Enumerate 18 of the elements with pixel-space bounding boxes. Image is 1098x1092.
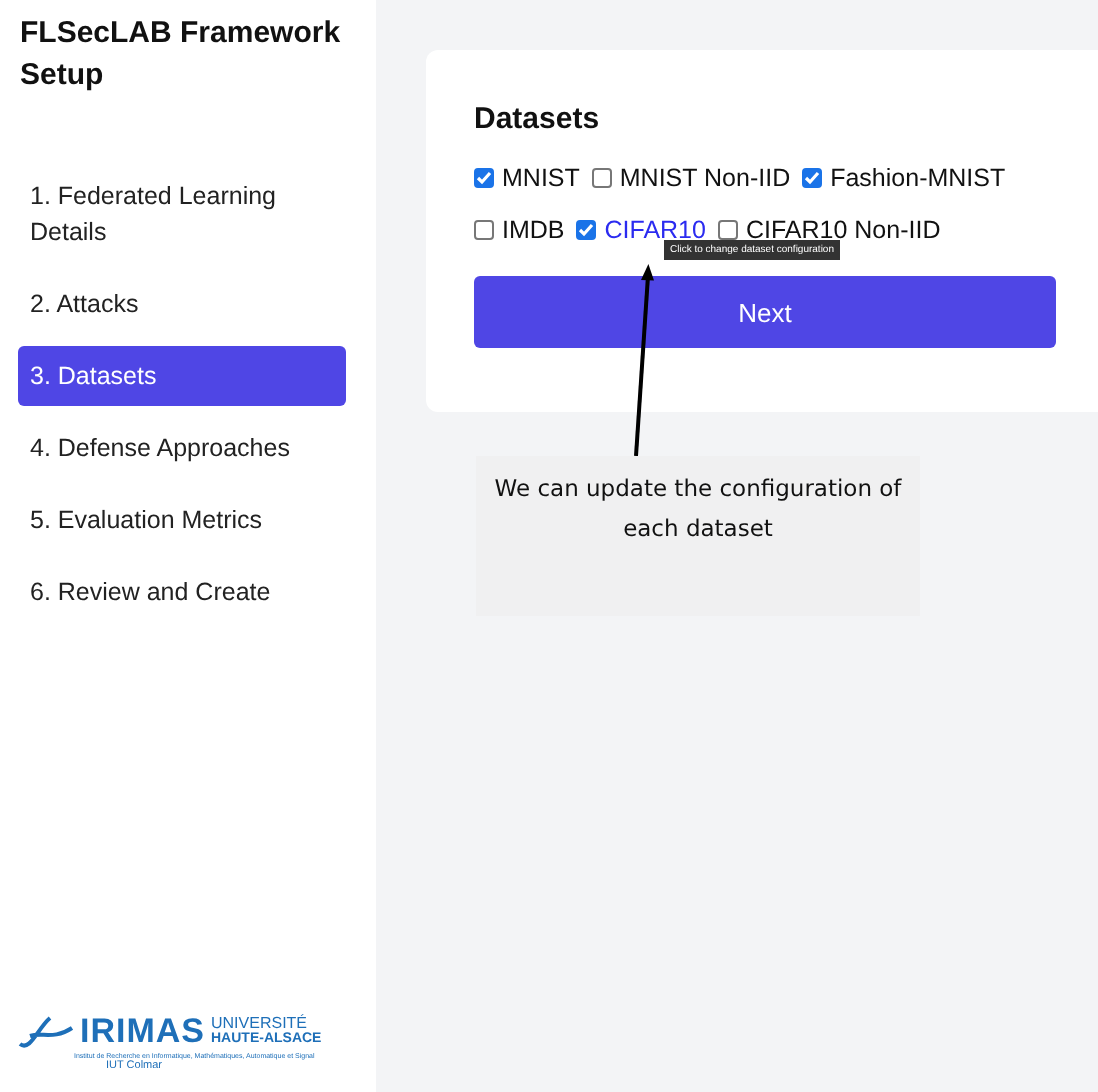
step-item[interactable]: 2. Attacks	[18, 274, 346, 334]
app-title: FLSecLAB Framework Setup	[18, 14, 343, 96]
dataset-link[interactable]: CIFAR10	[604, 216, 706, 244]
step-item[interactable]: 3. Datasets	[18, 346, 346, 406]
card-title: Datasets	[474, 102, 602, 136]
dataset-label: MNIST	[502, 164, 580, 192]
step-item[interactable]: 1. Federated Learning Details	[18, 166, 346, 262]
logo-wordmark: IRIMAS	[80, 1012, 205, 1052]
dataset-label: MNIST Non-IID	[619, 164, 791, 192]
annotation-note: We can update the configuration of each dataset	[476, 456, 920, 616]
step-item[interactable]: 5. Evaluation Metrics	[18, 490, 346, 550]
dataset-label: Fashion-MNIST	[830, 164, 1006, 192]
next-button[interactable]: Next	[474, 276, 1056, 348]
university-label: UNIVERSITÉ	[211, 1016, 310, 1032]
step-item[interactable]: 4. Defense Approaches	[18, 418, 346, 478]
step-item[interactable]: 6. Review and Create	[18, 562, 346, 622]
dataset-label: CIFAR10 Non-IID	[745, 216, 941, 244]
dataset-label: IMDB	[502, 216, 565, 244]
